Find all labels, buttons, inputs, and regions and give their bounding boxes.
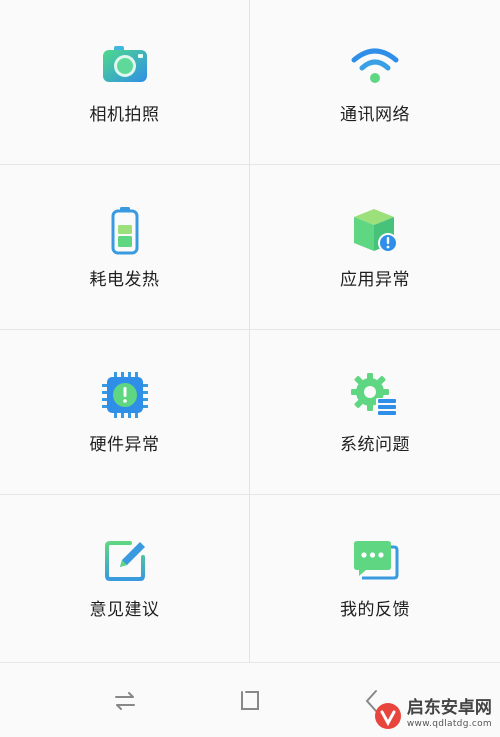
category-suggestion[interactable]: 意见建议 — [0, 495, 250, 662]
category-label: 系统问题 — [340, 435, 410, 455]
category-label: 相机拍照 — [89, 105, 160, 125]
category-hardware[interactable]: 硬件异常 — [0, 330, 250, 495]
watermark-text: 启东安卓网 www.qdlatdg.com — [407, 700, 492, 732]
watermark-url: www.qdlatdg.com — [406, 719, 492, 729]
category-label: 耗电发热 — [89, 270, 160, 290]
category-label: 通讯网络 — [340, 105, 410, 125]
camera-icon — [100, 40, 150, 90]
category-app[interactable]: 应用异常 — [250, 165, 500, 330]
battery-icon — [100, 205, 150, 255]
category-system[interactable]: 系统问题 — [250, 330, 500, 495]
gear-list-icon — [350, 370, 400, 420]
switch-arrows-icon[interactable] — [111, 687, 139, 715]
category-label: 我的反馈 — [340, 600, 410, 620]
category-label: 应用异常 — [340, 270, 410, 290]
category-my-feedback[interactable]: 我的反馈 — [250, 495, 500, 662]
category-label: 意见建议 — [89, 600, 160, 620]
category-grid: 相机拍照 通讯网络 耗电发热 应用异常 硬件异常 系统问题 意见建议 我的反馈 — [0, 0, 500, 662]
category-label: 硬件异常 — [89, 435, 160, 455]
watermark: 启东安卓网 www.qdlatdg.com — [373, 700, 492, 732]
chat-bubble-icon — [350, 535, 400, 585]
chip-alert-icon — [100, 370, 150, 420]
watermark-title: 启东安卓网 — [406, 698, 492, 718]
category-camera[interactable]: 相机拍照 — [0, 0, 250, 165]
wifi-icon — [350, 40, 400, 90]
system-navigation-bar: 启东安卓网 www.qdlatdg.com — [0, 662, 500, 737]
edit-icon — [100, 535, 150, 585]
watermark-logo-icon — [374, 703, 401, 729]
home-square-icon[interactable] — [236, 687, 264, 715]
category-power[interactable]: 耗电发热 — [0, 165, 250, 330]
category-network[interactable]: 通讯网络 — [250, 0, 500, 165]
app-box-alert-icon — [350, 205, 400, 255]
